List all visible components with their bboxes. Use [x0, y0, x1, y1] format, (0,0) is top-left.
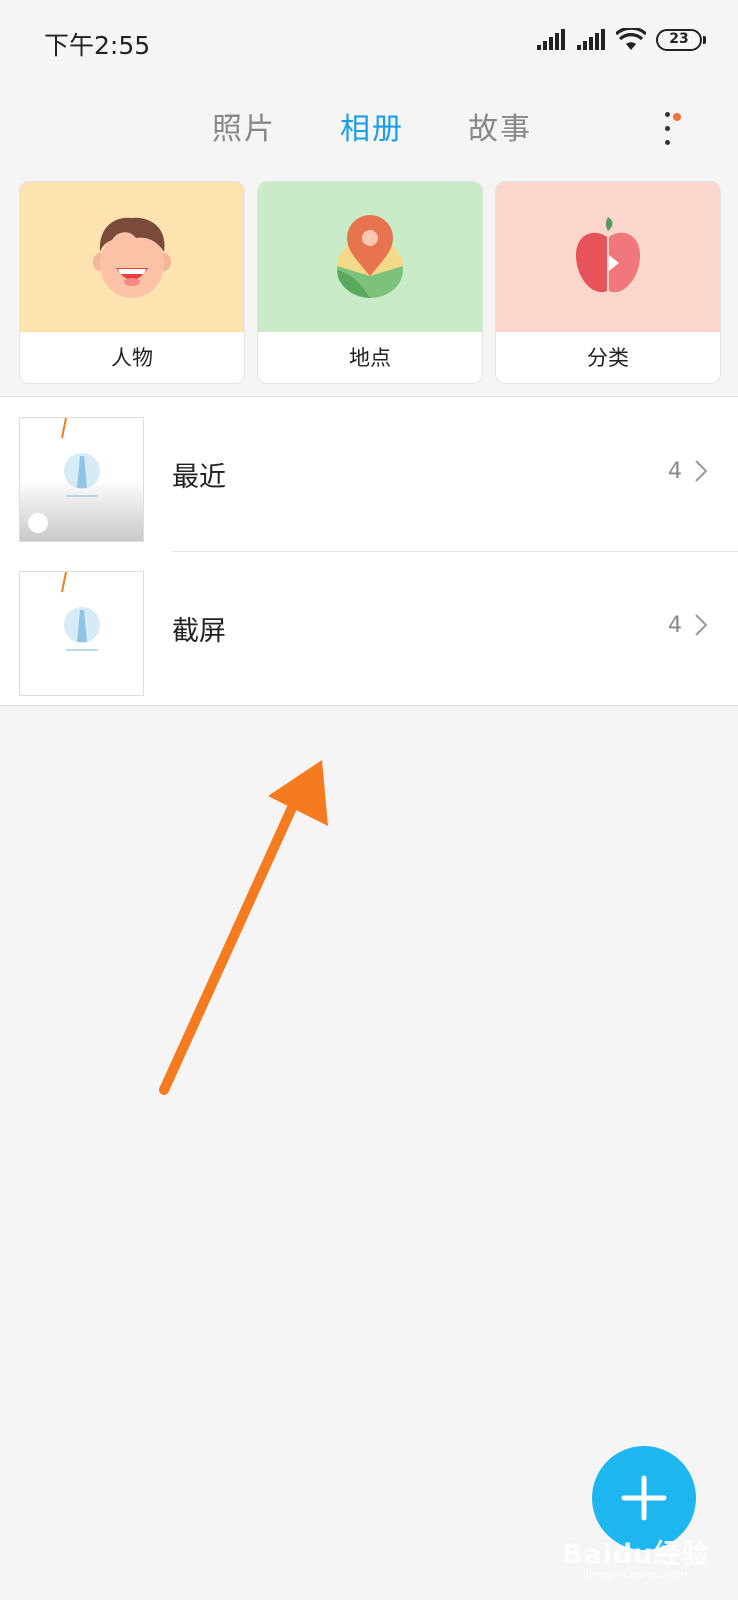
battery-icon: 23: [656, 29, 706, 51]
list-item-recent[interactable]: 最近 4: [0, 397, 738, 551]
apple-icon: [575, 217, 641, 293]
top-tabs: 照片 相册 故事: [0, 104, 738, 154]
category-people-art: [20, 182, 244, 332]
clock-icon: [28, 513, 48, 533]
more-icon-dot: [665, 126, 670, 131]
status-bar: 下午2:55 23: [0, 0, 738, 84]
wifi-icon: [616, 28, 646, 50]
category-classify-art: [496, 182, 720, 332]
category-cards: 人物 地点 分类: [19, 181, 721, 384]
album-name: 截屏: [172, 616, 226, 647]
category-places-card[interactable]: 地点: [257, 181, 483, 384]
category-people-label: 人物: [111, 346, 153, 370]
status-time: 下午2:55: [44, 31, 151, 60]
tab-albums[interactable]: 相册: [340, 104, 404, 148]
tab-stories[interactable]: 故事: [468, 104, 532, 148]
watermark: Baidu经验: [562, 1539, 710, 1570]
album-name: 最近: [172, 462, 226, 493]
more-options-button[interactable]: [658, 110, 681, 150]
chevron-right-icon: [695, 614, 708, 636]
category-places-art: [258, 182, 482, 332]
signal-icon: [577, 29, 605, 50]
chevron-right-icon: [695, 460, 708, 482]
lighthouse-thumbnail-icon: [61, 572, 100, 651]
status-icons: 23: [536, 28, 706, 52]
more-icon-dot: [665, 140, 670, 145]
list-item-screenshots[interactable]: 截屏 4: [0, 551, 738, 705]
more-icon: [665, 112, 670, 117]
category-classify-label: 分类: [587, 346, 629, 370]
tab-photos[interactable]: 照片: [212, 104, 276, 148]
watermark-url: jingyan.baidu.com: [586, 1568, 688, 1581]
signal-icon: [537, 29, 565, 50]
album-thumbnail: [19, 571, 144, 696]
location-pin-icon: [337, 215, 403, 298]
notification-badge: [673, 113, 681, 121]
album-count: 4: [668, 459, 682, 484]
category-people-card[interactable]: 人物: [19, 181, 245, 384]
category-classify-card[interactable]: 分类: [495, 181, 721, 384]
album-list: 最近 4 截屏 4: [0, 396, 738, 706]
album-thumbnail: [19, 417, 144, 542]
category-places-label: 地点: [349, 346, 391, 370]
face-icon: [93, 217, 171, 298]
album-count: 4: [668, 613, 682, 638]
